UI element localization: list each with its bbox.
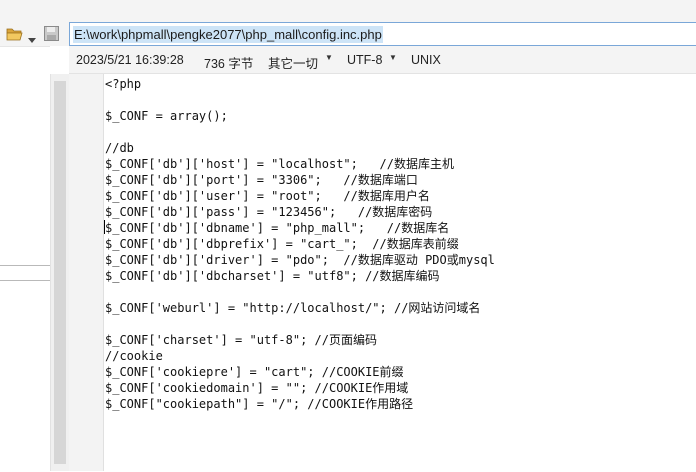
code-line[interactable]: //cookie [105,348,163,364]
text-cursor [104,220,105,234]
encoding-dropdown-icon[interactable]: ▼ [389,53,397,62]
code-line[interactable]: $_CONF['db']['driver'] = "pdo"; //数据库驱动 … [105,252,495,268]
folder-open-icon[interactable] [6,26,24,42]
code-line[interactable]: //db [105,140,134,156]
save-icon[interactable] [44,26,59,41]
file-path-text: E:\work\phpmall\pengke2077\php_mall\conf… [73,26,383,43]
code-line[interactable]: $_CONF['weburl'] = "http://localhost/"; … [105,300,480,316]
syntax-dropdown-icon[interactable]: ▼ [325,53,333,62]
code-line[interactable]: $_CONF['charset'] = "utf-8"; //页面编码 [105,332,377,348]
code-line[interactable]: $_CONF['db']['pass'] = "123456"; //数据库密码 [105,204,432,220]
code-editor[interactable]: <?php $_CONF = array();//db $_CONF['db']['… [104,74,696,471]
left-panel [0,46,50,472]
scrollbar-thumb[interactable] [54,81,66,464]
syntax-selector[interactable]: 其它一切 [268,53,318,72]
code-line[interactable]: $_CONF['db']['user'] = "root"; //数据库用户名 [105,188,430,204]
file-path-field[interactable]: E:\work\phpmall\pengke2077\php_mall\conf… [69,22,696,46]
code-line[interactable]: $_CONF['cookiepre'] = "cart"; //COOKIE前缀 [105,364,404,380]
dropdown-arrow-icon[interactable] [28,31,36,43]
line-ending-label[interactable]: UNIX [411,53,441,67]
code-line[interactable]: $_CONF['cookiedomain'] = ""; //COOKIE作用域 [105,380,408,396]
file-status-bar: 2023/5/21 16:39:28 736 字节 其它一切 ▼ UTF-8 ▼… [69,46,696,74]
code-line[interactable]: $_CONF["cookiepath"] = "/"; //COOKIE作用路径 [105,396,413,412]
modified-datetime: 2023/5/21 16:39:28 [76,53,184,67]
code-line[interactable]: $_CONF['db']['dbprefix'] = "cart_"; //数据… [105,236,459,252]
encoding-selector[interactable]: UTF-8 [347,53,382,67]
toolbar: E:\work\phpmall\pengke2077\php_mall\conf… [0,0,696,46]
file-size: 736 字节 [204,57,254,71]
code-line[interactable]: $_CONF['db']['port'] = "3306"; //数据库端口 [105,172,418,188]
code-line[interactable]: $_CONF = array(); [105,108,228,124]
code-line[interactable]: $_CONF['db']['host'] = "localhost"; //数据… [105,156,454,172]
code-line[interactable]: $_CONF['db']['dbcharset'] = "utf8"; //数据… [105,268,440,284]
vertical-scrollbar[interactable] [50,74,69,471]
code-line[interactable]: <?php [105,76,141,92]
line-gutter [69,74,104,471]
code-line[interactable]: $_CONF['db']['dbname'] = "php_mall"; //数… [105,220,449,236]
current-line-marker [0,265,50,281]
